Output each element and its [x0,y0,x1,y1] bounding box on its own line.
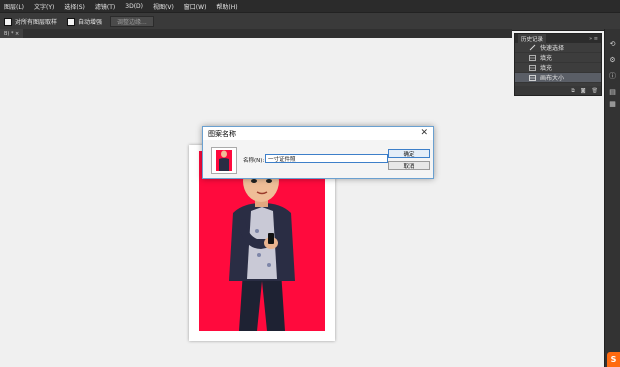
layer-icon [528,64,536,71]
close-icon[interactable]: ✕ [420,129,428,138]
menu-select[interactable]: 选择(S) [64,2,85,11]
document-tab[interactable]: B) * × [0,29,24,38]
history-item-label: 画布大小 [540,75,565,82]
history-snapshot-slot[interactable] [515,63,524,72]
pattern-preview-image [216,150,232,171]
auto-enhance-label: 自动增强 [78,19,103,26]
history-item-label: 快速选择 [540,45,565,52]
menu-type[interactable]: 文字(Y) [34,2,54,11]
dialog-title-bar: 图案名称 ✕ [203,127,433,140]
menu-layer[interactable]: 图层(L) [4,2,24,11]
brush-icon [528,44,536,51]
menu-3d[interactable]: 3D(D) [125,3,143,10]
info-panel-icon[interactable]: ⓘ [608,71,617,80]
sample-all-layers-checkbox[interactable] [4,17,12,26]
layers-panel-icon[interactable]: ▤ [608,87,617,96]
sample-all-layers-label: 对所有图层取样 [15,19,58,26]
watermark-logo: S [607,352,620,367]
history-item-label: 填充 [540,65,553,72]
history-snapshot-slot[interactable] [515,43,524,52]
dialog-title: 图案名称 [208,129,236,138]
history-snapshot-slot[interactable] [515,53,524,62]
history-item[interactable]: 快速选择 [515,43,601,53]
history-panel-header: 历史记录 » ≡ [515,34,601,43]
layer-icon [528,74,536,81]
menu-window[interactable]: 窗口(W) [184,2,207,11]
menu-bar: 图层(L) 文字(Y) 选择(S) 滤镜(T) 3D(D) 视图(V) 窗口(W… [0,0,620,12]
history-panel: 历史记录 » ≡ 快速选择 填充 填充 画布大小 ⧉ ◙ 🗑 [514,33,602,96]
history-snapshot-slot[interactable] [515,73,524,82]
name-field-label: 名称(N): [243,158,265,164]
history-item[interactable]: 填充 [515,63,601,73]
pattern-preview-thumbnail [211,147,237,174]
refine-edge-button[interactable]: 调整边缘... [110,16,154,27]
menu-filter[interactable]: 滤镜(T) [95,2,115,11]
trash-icon[interactable]: 🗑 [592,88,598,94]
history-item-selected[interactable]: 画布大小 [515,73,601,83]
properties-panel-icon[interactable]: ⚙ [608,55,617,64]
cancel-button[interactable]: 取消 [388,161,430,170]
ok-button[interactable]: 确定 [388,149,430,158]
history-item-label: 填充 [540,55,553,62]
new-document-from-state-icon[interactable]: ⧉ [571,88,575,94]
menu-view[interactable]: 视图(V) [153,2,174,11]
menu-help[interactable]: 帮助(H) [216,2,237,11]
history-item[interactable]: 填充 [515,53,601,63]
auto-enhance-checkbox[interactable] [67,17,76,26]
pattern-name-dialog: 图案名称 ✕ 名称(N): 确定 取消 [202,126,434,179]
panel-menu-icon[interactable]: » ≡ [589,36,598,42]
right-panel-strip: ⟲ ⚙ ⓘ ▤ ▦ [604,29,620,367]
history-panel-title[interactable]: 历史记录 [518,34,547,43]
history-panel-footer: ⧉ ◙ 🗑 [515,86,601,95]
history-panel-icon[interactable]: ⟲ [608,39,617,48]
camera-icon[interactable]: ◙ [581,88,586,94]
pattern-name-input[interactable] [265,154,388,163]
layer-icon [528,54,536,61]
document-tab-bar: B) * × [0,29,512,38]
channels-panel-icon[interactable]: ▦ [608,99,617,108]
